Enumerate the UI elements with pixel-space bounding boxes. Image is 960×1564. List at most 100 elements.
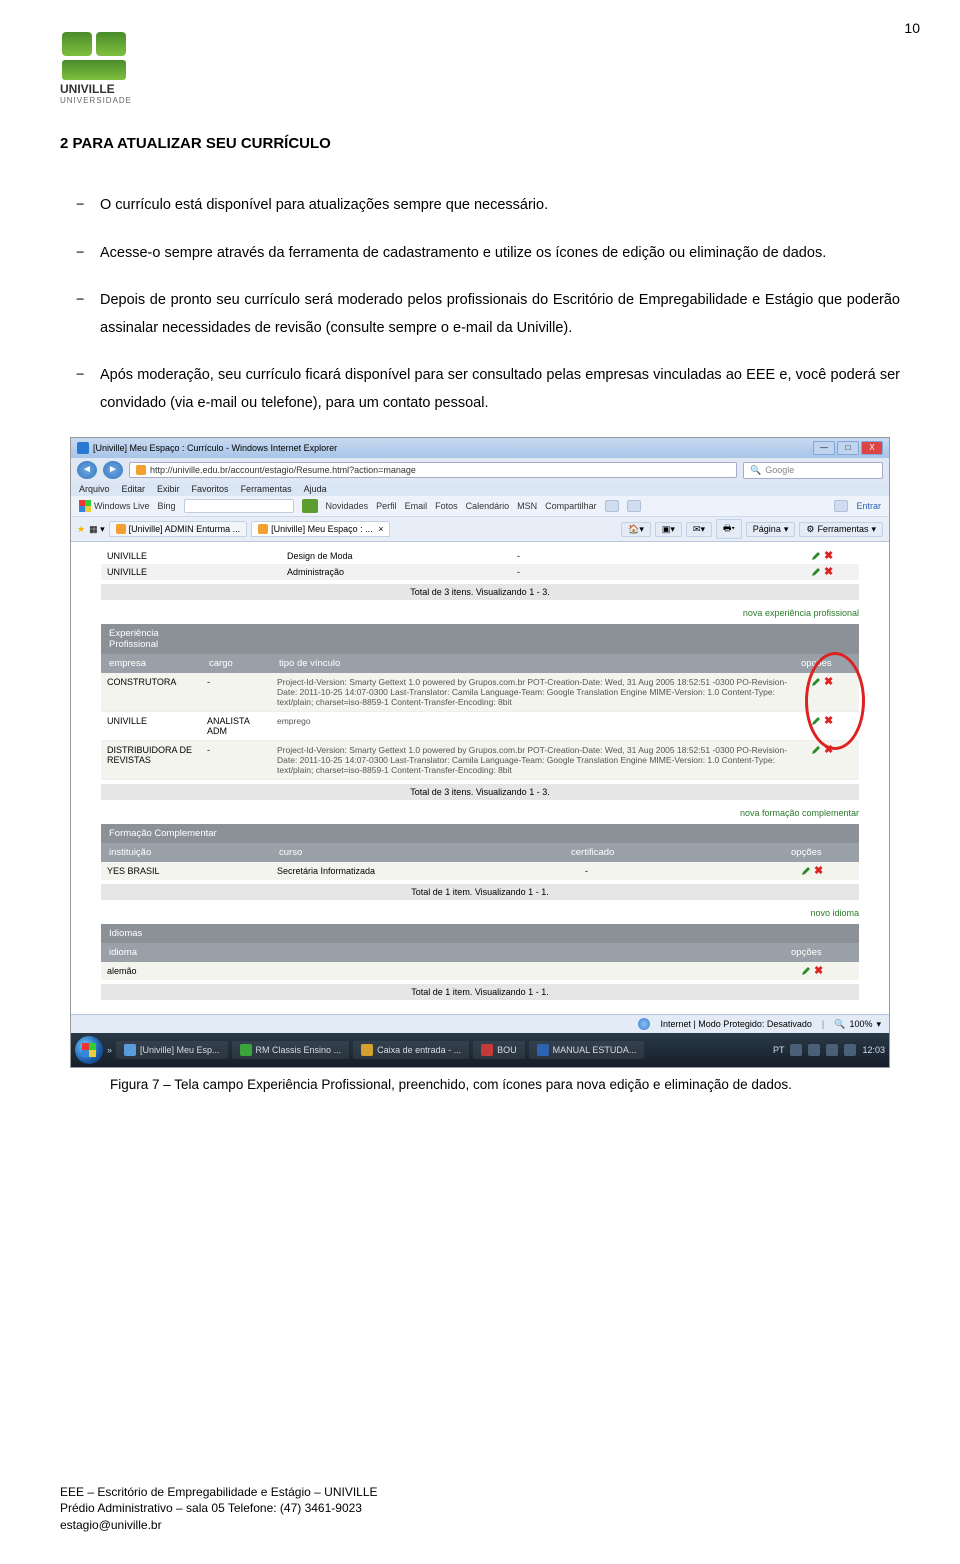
menu-item[interactable]: Arquivo [79,484,110,494]
block-header-formacao: Formação Complementar [101,824,859,843]
edit-icon[interactable] [811,551,821,561]
print-button[interactable]: 🖶▾ [716,519,742,539]
url-input[interactable]: http://univille.edu.br/account/estagio/R… [129,462,737,478]
cell: DISTRIBUIDORA DE REVISTAS [101,741,201,779]
edit-icon[interactable] [811,716,821,726]
live-item[interactable]: Compartilhar [545,501,597,511]
page-menu[interactable]: Página ▾ [746,522,796,537]
live-item[interactable]: MSN [517,501,537,511]
taskbar-button[interactable]: Caixa de entrada - ... [353,1041,469,1059]
delete-icon[interactable]: ✖ [824,551,833,561]
edit-icon[interactable] [811,745,821,755]
logo-subtext: UNIVERSIDADE [60,96,900,105]
cell: UNIVILLE [101,564,281,580]
bing-search-button[interactable] [302,499,318,513]
maximize-button[interactable]: □ [837,441,859,455]
bing-input[interactable] [184,499,294,513]
total-bar: Total de 1 item. Visualizando 1 - 1. [101,884,859,900]
footer-line: EEE – Escritório de Empregabilidade e Es… [60,1484,378,1501]
menu-item[interactable]: Ajuda [304,484,327,494]
total-bar: Total de 3 itens. Visualizando 1 - 3. [101,584,859,600]
table-row: YES BRASIL Secretária Informatizada - ✖ [101,862,859,880]
menu-item[interactable]: Editar [122,484,146,494]
bullet-item: Após moderação, seu currículo ficará dis… [100,362,900,417]
cell: YES BRASIL [101,862,271,880]
cell: Design de Moda [281,548,511,564]
cell: - [511,564,809,580]
taskbar-button[interactable]: BOU [473,1041,525,1059]
menu-item[interactable]: Favoritos [192,484,229,494]
tab-label: [Univille] ADMIN Enturma ... [129,524,241,534]
edit-icon[interactable] [801,866,811,876]
tray-icon[interactable] [790,1044,802,1056]
entrar-link[interactable]: Entrar [856,501,881,511]
table-row: UNIVILLE ANALISTA ADM emprego ✖ [101,712,859,741]
tab-close-icon[interactable]: × [376,524,384,534]
search-input[interactable]: 🔍 Google [743,462,883,479]
start-button[interactable] [75,1036,103,1064]
delete-icon[interactable]: ✖ [814,866,823,876]
bullet-item: Depois de pronto seu currículo será mode… [100,287,900,342]
windows-taskbar: » [Univille] Meu Esp... RM Classis Ensin… [71,1033,889,1067]
delete-icon[interactable]: ✖ [814,966,823,976]
delete-icon[interactable]: ✖ [824,677,833,707]
live-item[interactable]: Novidades [326,501,369,511]
block-header-experience: Experiência Profissional [101,624,859,654]
live-mail-icon[interactable] [627,500,641,512]
taskbar-button[interactable]: [Univille] Meu Esp... [116,1041,228,1059]
footer-line: estagio@univille.br [60,1517,378,1534]
delete-icon[interactable]: ✖ [824,567,833,577]
edit-icon[interactable] [811,677,821,687]
bing-label: Bing [158,501,176,511]
tray-icon[interactable] [808,1044,820,1056]
window-titlebar: [Univille] Meu Espaço : Currículo - Wind… [71,438,889,458]
section-heading: 2 PARA ATUALIZAR SEU CURRÍCULO [60,135,900,152]
minimize-button[interactable]: — [813,441,835,455]
edit-icon[interactable] [801,966,811,976]
live-item[interactable]: Perfil [376,501,397,511]
new-formacao-link[interactable]: nova formação complementar [71,808,859,818]
live-sync-icon[interactable] [834,500,848,512]
clock[interactable]: 12:03 [862,1045,885,1055]
lang-indicator[interactable]: PT [773,1045,785,1055]
back-button[interactable]: ◄ [77,461,97,479]
globe-icon [638,1018,650,1030]
browser-tab[interactable]: [Univille] ADMIN Enturma ... [109,521,248,537]
browser-screenshot: [Univille] Meu Espaço : Currículo - Wind… [70,437,890,1068]
delete-icon[interactable]: ✖ [824,716,833,736]
new-idioma-link[interactable]: novo idioma [71,908,859,918]
tab-label: [Univille] Meu Espaço : ... [271,524,373,534]
column-header: instituição curso certificado opções [101,843,859,862]
tools-menu[interactable]: ⚙ Ferramentas ▾ [799,522,883,537]
mail-button[interactable]: ✉▾ [686,522,712,537]
search-placeholder: Google [765,465,794,475]
edit-icon[interactable] [811,567,821,577]
windows-flag-icon [79,500,91,512]
live-item[interactable]: Calendário [466,501,510,511]
browser-tab-active[interactable]: [Univille] Meu Espaço : ... × [251,521,390,537]
menu-bar: Arquivo Editar Exibir Favoritos Ferramen… [71,482,889,496]
taskbar-button[interactable]: RM Classis Ensino ... [232,1041,350,1059]
column-header: idioma opções [101,943,859,962]
tray-icon[interactable] [844,1044,856,1056]
live-item[interactable]: Email [405,501,428,511]
menu-item[interactable]: Exibir [157,484,180,494]
live-share-icon[interactable] [605,500,619,512]
tray-icon[interactable] [826,1044,838,1056]
new-experience-link[interactable]: nova experiência profissional [71,608,859,618]
menu-item[interactable]: Ferramentas [241,484,292,494]
grid-icon[interactable]: ▦ ▾ [89,524,105,535]
home-button[interactable]: 🏠▾ [621,522,651,537]
app-icon [481,1044,493,1056]
zoom-control[interactable]: 🔍 100% ▾ [834,1019,881,1030]
live-item[interactable]: Fotos [435,501,458,511]
forward-button[interactable]: ► [103,461,123,479]
feeds-button[interactable]: ▣▾ [655,522,682,537]
close-button[interactable]: X [861,441,883,455]
cell: CONSTRUTORA [101,673,201,711]
favorites-icon[interactable]: ★ [77,524,85,535]
tab-icon [258,524,268,534]
delete-icon[interactable]: ✖ [824,745,833,775]
taskbar-button[interactable]: MANUAL ESTUDA... [529,1041,645,1059]
block-header-idiomas: Idiomas [101,924,859,943]
